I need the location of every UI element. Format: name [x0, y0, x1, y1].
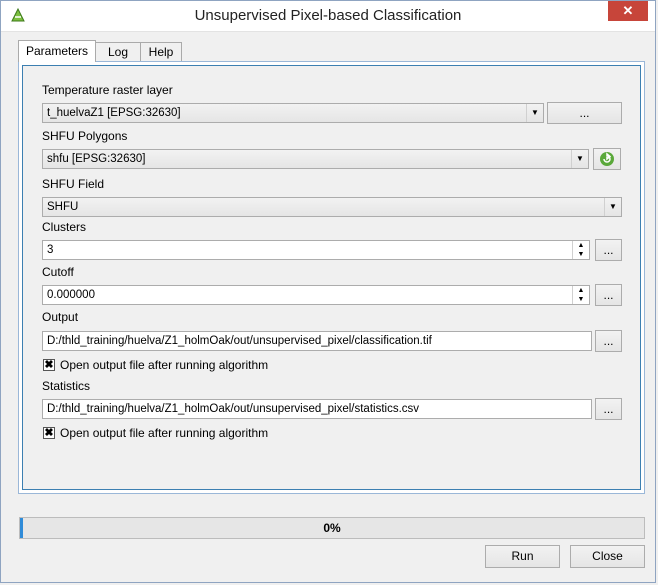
dialog-window: Unsupervised Pixel-based Classification … — [0, 0, 656, 583]
cutoff-label: Cutoff — [42, 265, 74, 279]
spin-up-icon[interactable]: ▲ — [573, 241, 589, 250]
shfu-polygons-combo[interactable]: shfu [EPSG:32630] ▼ — [42, 149, 589, 169]
clusters-value: 3 — [47, 244, 54, 256]
output-path-input[interactable]: D:/thld_training/huelva/Z1_holmOak/out/u… — [42, 331, 592, 351]
temperature-value: t_huelvaZ1 [EPSG:32630] — [47, 107, 181, 119]
output-open-checkbox[interactable]: ✖ — [43, 359, 55, 371]
shfu-field-combo[interactable]: SHFU ▼ — [42, 197, 622, 217]
shfu-field-value: SHFU — [47, 201, 79, 213]
tab-log[interactable]: Log — [95, 42, 141, 61]
parameters-panel: Temperature raster layer t_huelvaZ1 [EPS… — [18, 61, 645, 494]
cutoff-browse-button[interactable]: ... — [595, 284, 622, 306]
statistics-path-input[interactable]: D:/thld_training/huelva/Z1_holmOak/out/u… — [42, 399, 592, 419]
progress-bar: 0% — [19, 517, 645, 539]
chevron-down-icon[interactable]: ▼ — [604, 198, 621, 216]
cutoff-input[interactable]: 0.000000 ▲ ▼ — [42, 285, 590, 305]
spin-down-icon[interactable]: ▼ — [573, 250, 589, 259]
clusters-input[interactable]: 3 ▲ ▼ — [42, 240, 590, 260]
statistics-open-label: Open output file after running algorithm — [60, 426, 269, 440]
statistics-open-checkbox[interactable]: ✖ — [43, 427, 55, 439]
output-browse-button[interactable]: ... — [595, 330, 622, 352]
cutoff-spinner[interactable]: ▲ ▼ — [572, 286, 589, 304]
run-button[interactable]: Run — [485, 545, 560, 568]
statistics-browse-button[interactable]: ... — [595, 398, 622, 420]
refresh-button[interactable] — [593, 148, 621, 170]
parameters-form: Temperature raster layer t_huelvaZ1 [EPS… — [22, 65, 641, 490]
window-title: Unsupervised Pixel-based Classification — [194, 7, 462, 24]
temperature-label: Temperature raster layer — [42, 83, 173, 97]
clusters-spinner[interactable]: ▲ ▼ — [572, 241, 589, 259]
close-button[interactable]: Close — [570, 545, 645, 568]
cutoff-value: 0.000000 — [47, 289, 95, 301]
title-bar: Unsupervised Pixel-based Classification … — [1, 1, 655, 32]
shfu-polygons-value: shfu [EPSG:32630] — [47, 153, 146, 165]
temperature-combo[interactable]: t_huelvaZ1 [EPSG:32630] ▼ — [42, 103, 544, 123]
clusters-label: Clusters — [42, 220, 87, 234]
refresh-icon — [600, 152, 614, 166]
output-label: Output — [42, 310, 79, 324]
tab-parameters[interactable]: Parameters — [18, 40, 96, 62]
shfu-polygons-label: SHFU Polygons — [42, 129, 128, 143]
output-open-label: Open output file after running algorithm — [60, 358, 269, 372]
spin-up-icon[interactable]: ▲ — [573, 286, 589, 295]
chevron-down-icon[interactable]: ▼ — [526, 104, 543, 122]
chevron-down-icon[interactable]: ▼ — [571, 150, 588, 168]
spin-down-icon[interactable]: ▼ — [573, 295, 589, 304]
window-close-button[interactable]: ✕ — [608, 1, 648, 21]
statistics-label: Statistics — [42, 379, 91, 393]
clusters-browse-button[interactable]: ... — [595, 239, 622, 261]
tab-help[interactable]: Help — [140, 42, 182, 61]
progress-text: 0% — [323, 521, 341, 535]
shfu-field-label: SHFU Field — [42, 177, 105, 191]
temperature-browse-button[interactable]: ... — [547, 102, 622, 124]
